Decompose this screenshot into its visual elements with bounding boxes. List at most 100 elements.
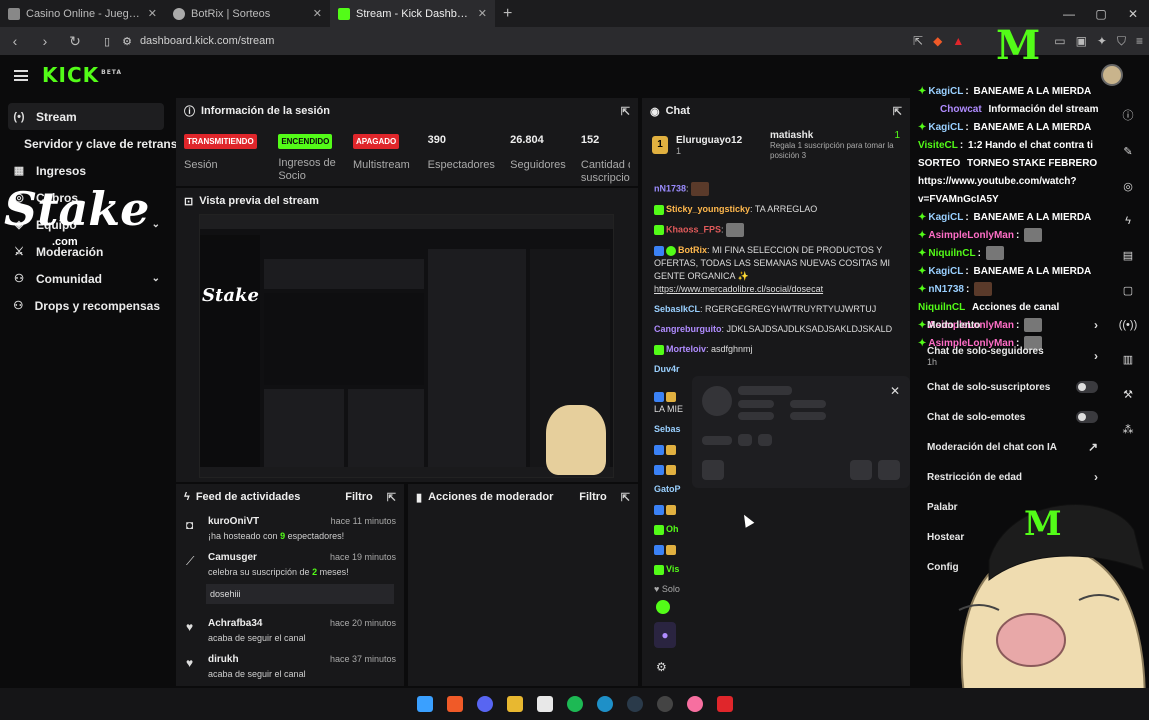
sidebar-item-comunidad[interactable]: ⚇ Comunidad ⌄ bbox=[8, 265, 164, 292]
kick-logo[interactable]: KICK BETA bbox=[42, 63, 122, 87]
close-window-icon[interactable]: ✕ bbox=[1117, 0, 1149, 27]
setting-subscribers-only[interactable]: Chat de solo-suscriptores bbox=[918, 372, 1108, 402]
settings-icon[interactable]: ⚙ bbox=[656, 660, 667, 674]
feed-time: hace 11 minutos bbox=[330, 516, 396, 526]
chat-username[interactable]: Khaoss_FPS bbox=[666, 224, 721, 234]
close-tab-icon[interactable]: ✕ bbox=[313, 7, 322, 20]
chat-text: TA ARREGLAO bbox=[754, 204, 818, 214]
mic-button-icon[interactable]: ● bbox=[654, 622, 676, 648]
stream-preview-video[interactable]: Stake bbox=[199, 214, 614, 478]
chat-link[interactable]: https://www.mercadolibre.cl/social/dosec… bbox=[654, 284, 823, 294]
share-icon[interactable]: ⇱ bbox=[913, 34, 923, 49]
wallet-icon[interactable]: ▣ bbox=[1076, 34, 1087, 49]
overlay-user: https://www.youtube.com/watch? bbox=[918, 175, 1077, 187]
brave-shield-icon[interactable]: ◆ bbox=[933, 34, 942, 49]
url-field[interactable]: ▯ ⚙ dashboard.kick.com/stream bbox=[96, 30, 901, 52]
setting-followers-only[interactable]: Chat de solo-seguidores 1h › bbox=[918, 340, 1108, 372]
chat-username[interactable]: Oh bbox=[666, 524, 679, 534]
bookmark-icon[interactable]: ▯ bbox=[104, 35, 110, 48]
setting-slow-mode[interactable]: Modo lento › bbox=[918, 310, 1108, 340]
filter-button[interactable]: Filtro bbox=[345, 491, 373, 503]
setting-label: Chat de solo-seguidores bbox=[927, 345, 1044, 357]
overlay-chat-line: ✦ KagiCL: BANEAME A LA MIERDA bbox=[918, 265, 1092, 277]
lightning-icon: ϟ bbox=[184, 491, 190, 503]
document-icon[interactable]: ▤ bbox=[1123, 249, 1133, 262]
layout-icon[interactable]: ▥ bbox=[1123, 353, 1133, 366]
setting-label: Chat de solo-suscriptores bbox=[927, 381, 1051, 393]
obs-icon[interactable] bbox=[656, 696, 673, 712]
setting-age-restriction[interactable]: Restricción de edad › bbox=[918, 462, 1108, 492]
steam-icon[interactable] bbox=[626, 696, 643, 712]
extensions-icon[interactable]: ✦ bbox=[1097, 34, 1107, 49]
panel-header: ▮ Acciones de moderador Filtro ⇱ bbox=[408, 484, 638, 510]
chat-username[interactable]: SebaslkCL bbox=[654, 304, 700, 314]
heart-icon: ♥ bbox=[186, 656, 194, 670]
info-icon[interactable]: ⓘ bbox=[1123, 107, 1134, 123]
filter-button[interactable]: Filtro bbox=[579, 491, 607, 503]
broadcast-icon[interactable]: ((•)) bbox=[1119, 319, 1138, 331]
sidebar-item-drops[interactable]: ⚇ Drops y recompensas bbox=[8, 292, 164, 319]
discord-icon[interactable] bbox=[476, 696, 493, 712]
edit-icon[interactable]: ✎ bbox=[1123, 145, 1132, 158]
wrench-icon[interactable]: ⚒ bbox=[1123, 388, 1133, 401]
tab-casino[interactable]: Casino Online - Juegos de Casino en ✕ bbox=[0, 0, 165, 27]
vpn-icon[interactable]: ⛉ bbox=[1117, 34, 1126, 49]
sidebar-item-server-key[interactable]: Servidor y clave de retransm bbox=[8, 130, 188, 157]
minimize-icon[interactable]: — bbox=[1053, 0, 1085, 27]
popout-icon[interactable]: ⇱ bbox=[387, 491, 396, 504]
brave-icon[interactable] bbox=[446, 696, 463, 712]
chevron-right-icon: › bbox=[1094, 470, 1098, 484]
chat-username[interactable]: nN1738 bbox=[654, 183, 686, 193]
tab-title: Casino Online - Juegos de Casino en bbox=[26, 7, 142, 20]
popout-icon[interactable]: ⇱ bbox=[621, 105, 630, 118]
spotify-icon[interactable] bbox=[566, 696, 583, 712]
setting-emotes-only[interactable]: Chat de solo-emotes bbox=[918, 402, 1108, 432]
toggle-switch[interactable] bbox=[1076, 411, 1098, 423]
brave-rewards-icon[interactable]: ▲ bbox=[952, 34, 964, 49]
menu-icon[interactable]: ≡ bbox=[1136, 34, 1143, 49]
chat-bubble-icon[interactable]: ▢ bbox=[1123, 284, 1133, 297]
close-tab-icon[interactable]: ✕ bbox=[478, 7, 487, 20]
popout-icon[interactable]: ⇱ bbox=[893, 105, 902, 118]
media-icon[interactable] bbox=[536, 696, 553, 712]
tab-botrix[interactable]: BotRix | Sorteos ✕ bbox=[165, 0, 330, 27]
camera-icon[interactable]: ◎ bbox=[1123, 180, 1133, 193]
chat-username[interactable]: Sticky_youngsticky bbox=[666, 204, 750, 214]
sidebar-item-ingresos[interactable]: ▦ Ingresos bbox=[8, 157, 164, 184]
chevron-down-icon: ⌄ bbox=[151, 273, 160, 284]
maximize-icon[interactable]: ▢ bbox=[1085, 0, 1117, 27]
overlay-chat: ✦ KagiCL: BANEAME A LA MIERDA Chowcat Inf… bbox=[918, 82, 1114, 350]
sidebar-item-stream[interactable]: (•) Stream bbox=[8, 103, 164, 130]
new-tab-button[interactable]: + bbox=[495, 5, 520, 23]
site-info-icon[interactable]: ⚙ bbox=[122, 35, 132, 48]
apps-icon[interactable]: ⁂ bbox=[1123, 423, 1134, 436]
heart-icon: ♥ bbox=[654, 584, 660, 594]
chat-username[interactable]: Cangreburguito bbox=[654, 324, 722, 334]
toggle-switch[interactable] bbox=[1076, 381, 1098, 393]
windows-taskbar bbox=[0, 688, 1149, 720]
close-tab-icon[interactable]: ✕ bbox=[148, 7, 157, 20]
sidebar-icon[interactable]: ▭ bbox=[1054, 34, 1065, 49]
itunes-icon[interactable] bbox=[686, 696, 703, 712]
kick-icon[interactable] bbox=[716, 696, 733, 712]
leader-user: Eluruguayo12 bbox=[676, 134, 743, 146]
folder-icon[interactable] bbox=[506, 696, 523, 712]
forward-icon[interactable]: › bbox=[36, 33, 54, 49]
windows-icon[interactable] bbox=[416, 696, 433, 712]
feed-item-host: ◘ kuroOniVT hace 11 minutos ¡ha hosteado … bbox=[176, 510, 404, 546]
bolt-icon[interactable]: ϟ bbox=[1125, 215, 1131, 227]
popout-icon[interactable]: ⇱ bbox=[621, 491, 630, 504]
reload-icon[interactable]: ↻ bbox=[66, 33, 84, 50]
close-icon[interactable]: ✕ bbox=[890, 384, 900, 398]
casino-favicon-icon bbox=[8, 7, 20, 20]
emote-button-icon[interactable] bbox=[656, 600, 670, 614]
edge-icon[interactable] bbox=[596, 696, 613, 712]
sub-badge-icon bbox=[654, 225, 664, 235]
setting-ai-moderation[interactable]: Moderación del chat con IA ↗ bbox=[918, 432, 1108, 462]
chat-username[interactable]: Morteloiv bbox=[666, 344, 706, 354]
chat-username[interactable]: BotRix bbox=[678, 245, 707, 255]
hamburger-menu-icon[interactable] bbox=[14, 69, 28, 81]
tab-kick-dashboard[interactable]: Stream - Kick Dashboard ✕ bbox=[330, 0, 495, 27]
back-icon[interactable]: ‹ bbox=[6, 33, 24, 49]
chat-username[interactable]: Vis bbox=[666, 564, 679, 574]
